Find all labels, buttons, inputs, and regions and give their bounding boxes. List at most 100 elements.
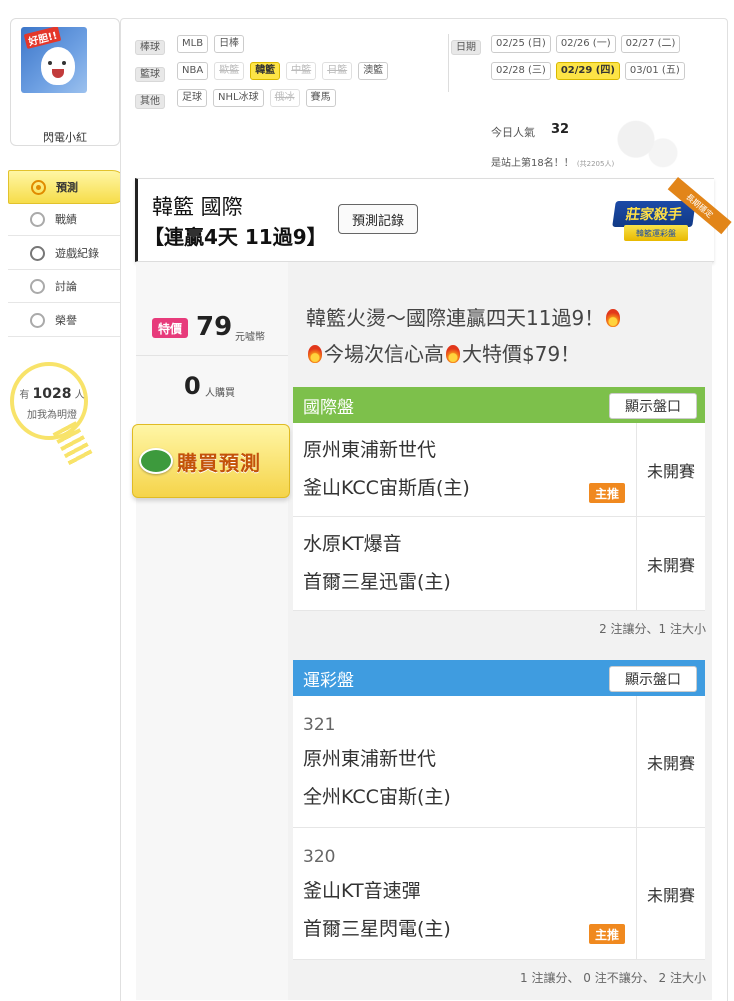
home-team: 釜山KCC宙斯盾(主) <box>303 477 470 499</box>
filter-row-other: 其他 <box>135 89 165 109</box>
headline: 韓籃火燙～國際連贏四天11過9！ 今場次信心高 大特價$79！ <box>306 300 706 372</box>
chart-icon <box>30 211 45 227</box>
home-team: 首爾三星迅雷(主) <box>303 571 451 593</box>
filter-chip-nba[interactable]: NBA <box>177 62 209 80</box>
headline-line2b: 大特價$79！ <box>462 342 581 366</box>
date-chip[interactable]: 02/25 (日) <box>491 35 551 53</box>
buyers-unit: 人購買 <box>205 388 235 399</box>
filter-row-basketball: 籃球 <box>135 62 165 82</box>
fire-icon <box>606 309 621 327</box>
date-label: 日期 <box>451 35 481 55</box>
price-unit: 元嘘幣 <box>235 332 265 343</box>
menu-item-game-history[interactable]: 遊戲紀錄 <box>8 237 120 270</box>
game-row[interactable]: 321 原州東浦新世代 全州KCC宙斯(主) 未開賽 <box>293 696 705 828</box>
fans-suffix: 人 <box>74 390 85 401</box>
filter-chip-australia[interactable]: 澳籃 <box>358 62 389 80</box>
buyers-count: 0 <box>184 372 201 400</box>
board-header: 運彩盤 顯示盤口 <box>293 660 705 696</box>
date-chip-selected[interactable]: 02/29 (四) <box>555 62 620 80</box>
show-odds-button[interactable]: 顯示盤口 <box>609 393 697 419</box>
teams: 水原KT爆音 首爾三星迅雷(主) <box>303 525 451 601</box>
price-value: 79 <box>196 312 233 342</box>
prediction-record-button[interactable]: 預測記錄 <box>338 204 418 234</box>
menu-item-predict[interactable]: 預測 <box>8 170 128 204</box>
avatar[interactable]: 好胆!! <box>21 27 87 93</box>
menu-item-label: 戰績 <box>55 213 77 226</box>
filter-chip-group: 足球 NHL冰球 俄冰 賽馬 <box>177 89 336 107</box>
filter-row-label: 棒球 <box>135 40 165 55</box>
game-row[interactable]: 原州東浦新世代 釜山KCC宙斯盾(主) 主推 未開賽 <box>293 423 705 517</box>
avatar-eye-icon <box>62 61 66 65</box>
avatar-eye-icon <box>48 61 52 65</box>
filter-row-baseball: 棒球 <box>135 35 165 55</box>
board-header: 國際盤 顯示盤口 <box>293 387 705 423</box>
fans-prefix: 有 <box>19 390 30 401</box>
page-title: 韓籃 國際 <box>152 195 243 219</box>
filter-chip-mlb[interactable]: MLB <box>177 35 209 53</box>
filter-chip-soccer[interactable]: 足球 <box>177 89 207 107</box>
show-odds-button[interactable]: 顯示盤口 <box>609 666 697 692</box>
circle-icon <box>30 245 45 261</box>
away-team: 釜山KT音速彈 <box>303 880 421 902</box>
game-status: 未開賽 <box>636 696 705 827</box>
target-icon <box>31 179 46 195</box>
away-team: 原州東浦新世代 <box>303 748 437 770</box>
streak-title: 【連贏4天 11過9】 <box>144 225 327 249</box>
filter-chip-nhl[interactable]: NHL冰球 <box>213 89 264 107</box>
menu-item-label: 討論 <box>55 280 77 293</box>
bet-summary: 1 注讓分、 0 注不讓分、 2 注大小 <box>520 971 706 985</box>
headline-line1: 韓籃火燙～國際連贏四天11過9！ <box>306 306 605 330</box>
purchase-column <box>136 262 288 1000</box>
teams: 原州東浦新世代 釜山KCC宙斯盾(主) <box>303 431 470 507</box>
menu-item-label: 遊戲紀錄 <box>55 247 99 260</box>
popularity-value: 32 <box>551 122 570 137</box>
headline-line2a: 今場次信心高 <box>324 342 444 366</box>
filter-chip-korea[interactable]: 韓籃 <box>250 62 281 80</box>
game-status: 未開賽 <box>636 517 705 610</box>
date-chip[interactable]: 02/27 (二) <box>620 35 681 53</box>
filter-chip-khl[interactable]: 俄冰 <box>269 89 300 107</box>
date-chip[interactable]: 03/01 (五) <box>624 62 685 80</box>
username[interactable]: 閃電小紅 <box>11 129 119 145</box>
teams: 321 原州東浦新世代 全州KCC宙斯(主) <box>303 710 451 816</box>
rank-text: 是站上第18名！！ (共2205人) <box>491 154 614 169</box>
filter-chip-euro[interactable]: 歐籃 <box>214 62 245 80</box>
badge-title: 莊家殺手 <box>612 201 696 227</box>
buy-prediction-button[interactable]: 購買預測 <box>132 424 290 498</box>
divider <box>136 355 288 356</box>
filter-chip-japan[interactable]: 日籃 <box>322 62 353 80</box>
menu-item-honor[interactable]: 榮譽 <box>8 304 120 337</box>
filter-chip-npb[interactable]: 日棒 <box>214 35 245 53</box>
avatar-badge: 好胆!! <box>23 27 62 50</box>
featured-tag: 主推 <box>589 924 625 944</box>
filter-chip-horse[interactable]: 賽馬 <box>305 89 336 107</box>
coin-icon <box>139 448 173 474</box>
profile-card: 好胆!! 閃電小紅 <box>10 18 120 146</box>
featured-tag: 主推 <box>589 483 625 503</box>
game-number: 320 <box>303 847 336 867</box>
away-team: 原州東浦新世代 <box>303 439 437 461</box>
filter-chip-china[interactable]: 中籃 <box>286 62 317 80</box>
bet-summary: 2 注讓分、1 注大小 <box>599 622 706 636</box>
menu-item-discussion[interactable]: 討論 <box>8 270 120 303</box>
rank-total: (共2205人) <box>576 160 615 168</box>
menu-item-record[interactable]: 戰績 <box>8 203 120 236</box>
date-chip-group: 02/28 (三) 02/29 (四) 03/01 (五) <box>491 62 685 80</box>
filter-row-label: 其他 <box>135 94 165 109</box>
teams: 320 釜山KT音速彈 首爾三星閃電(主) <box>303 842 451 948</box>
game-row[interactable]: 水原KT爆音 首爾三星迅雷(主) 未開賽 <box>293 517 705 611</box>
date-chip[interactable]: 02/26 (一) <box>555 35 616 53</box>
date-chip[interactable]: 02/28 (三) <box>491 62 551 80</box>
game-row[interactable]: 320 釜山KT音速彈 首爾三星閃電(主) 主推 未開賽 <box>293 828 705 960</box>
filter-chip-group: NBA 歐籃 韓籃 中籃 日籃 澳籃 <box>177 62 389 80</box>
board-international: 國際盤 顯示盤口 原州東浦新世代 釜山KCC宙斯盾(主) 主推 未開賽 水原KT… <box>293 387 705 611</box>
avatar-character <box>41 47 75 85</box>
game-status: 未開賽 <box>636 828 705 959</box>
home-team: 全州KCC宙斯(主) <box>303 786 451 808</box>
board-lottery: 運彩盤 顯示盤口 321 原州東浦新世代 全州KCC宙斯(主) 未開賽 320 … <box>293 660 705 960</box>
chat-icon <box>30 278 45 294</box>
popularity-label: 今日人氣 <box>491 126 535 139</box>
fans-count: 有 1028 人 <box>6 386 98 402</box>
follow-link[interactable]: 加我為明燈 <box>6 406 98 421</box>
date-label-text: 日期 <box>451 40 481 55</box>
